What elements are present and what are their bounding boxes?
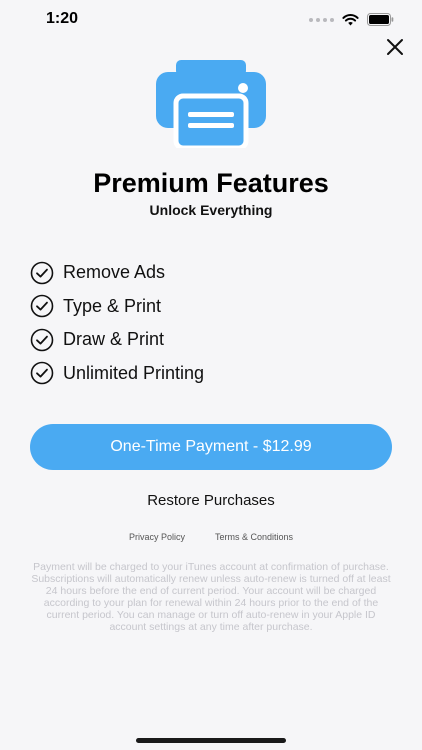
feature-label: Unlimited Printing (63, 362, 205, 383)
feature-item-type-print: Type & Print (30, 290, 204, 324)
page-title: Premium Features (93, 168, 329, 198)
check-circle-icon (30, 361, 54, 385)
feature-label: Type & Print (63, 295, 162, 316)
legal-disclaimer: Payment will be charged to your iTunes a… (31, 561, 391, 633)
feature-label: Draw & Print (63, 329, 165, 350)
battery-icon (367, 13, 394, 26)
premium-screen: 1:20 Premium Features Unlock Everything … (0, 0, 422, 750)
status-icons (309, 13, 394, 26)
status-bar: 1:20 (0, 0, 422, 40)
terms-conditions-link[interactable]: Terms & Conditions (215, 532, 293, 542)
restore-purchases-button[interactable]: Restore Purchases (0, 492, 422, 509)
feature-item-remove-ads: Remove Ads (30, 256, 204, 290)
check-circle-icon (30, 294, 54, 318)
check-circle-icon (30, 328, 54, 352)
wifi-icon (342, 13, 359, 26)
home-indicator[interactable] (136, 738, 286, 743)
privacy-policy-link[interactable]: Privacy Policy (129, 532, 185, 542)
feature-label: Remove Ads (63, 262, 166, 283)
one-time-payment-button[interactable]: One-Time Payment - $12.99 (30, 424, 392, 470)
printer-icon (156, 60, 266, 151)
status-time: 1:20 (46, 10, 79, 27)
legal-links: Privacy Policy Terms & Conditions (0, 532, 422, 542)
feature-item-draw-print: Draw & Print (30, 323, 204, 357)
page-subtitle: Unlock Everything (149, 202, 273, 218)
close-icon[interactable] (384, 36, 406, 58)
feature-item-unlimited-printing: Unlimited Printing (30, 357, 204, 391)
feature-list: Remove Ads Type & Print Draw & Print Unl… (30, 256, 204, 390)
signal-dots-icon (309, 17, 334, 22)
check-circle-icon (30, 261, 54, 285)
